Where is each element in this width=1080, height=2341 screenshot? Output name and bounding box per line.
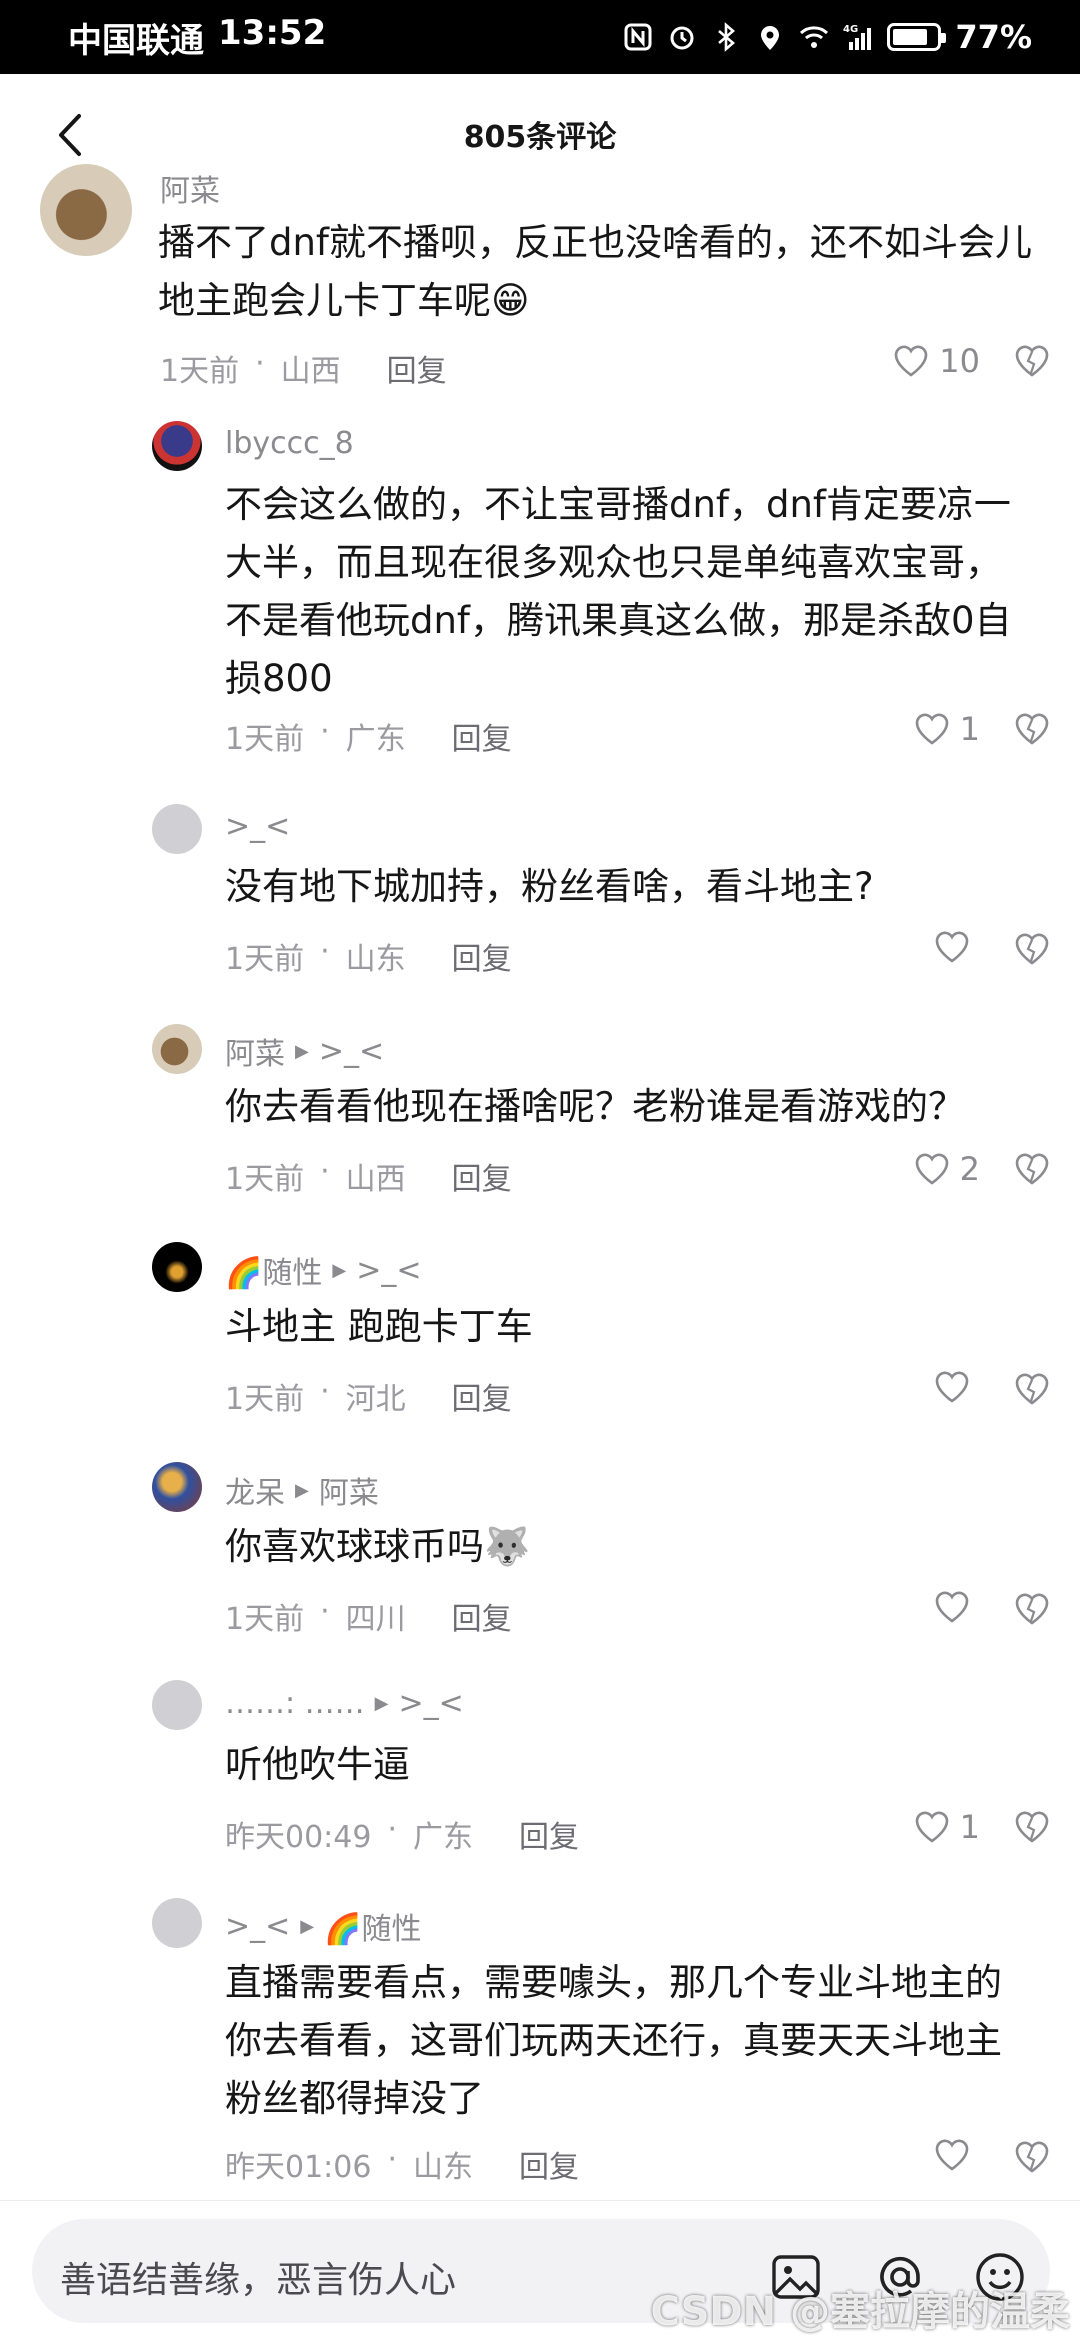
comment-meta: 昨天01:06 · 山东 回复	[225, 2142, 580, 2186]
reply-arrow-icon: ▶	[300, 1915, 315, 1937]
battery-percent: 77%	[955, 18, 1032, 56]
heart-icon	[894, 345, 928, 377]
heart-icon	[915, 1153, 948, 1185]
comment-text: 播不了dnf就不播呗，反正也没啥看的，还不如斗会儿地主跑会儿卡丁车呢😁	[158, 221, 1032, 322]
comment-input-bar: 善语结善缘，恶言伤人心 CSDN @塞拉摩的温柔	[0, 2200, 1080, 2341]
clock: 13:52	[218, 12, 327, 53]
comment-text: 你喜欢球球币吗🐺	[225, 1525, 531, 1568]
comment-meta: 1天前 · 广东 回复	[225, 714, 512, 758]
bluetooth-icon	[718, 22, 736, 52]
reply-button[interactable]: 回复	[519, 2142, 579, 2186]
comment-meta: 1天前 · 山西 回复	[225, 1154, 512, 1198]
comment-text: 你去看看他现在播啥呢？老粉谁是看游戏的？	[225, 1085, 965, 1128]
comment-username[interactable]: ……: …… ▶ >_<	[225, 1686, 464, 1721]
heart-icon	[935, 1591, 969, 1623]
signal-icon: 4G	[843, 24, 872, 50]
like-button[interactable]	[934, 1370, 980, 1404]
like-button[interactable]: 1	[914, 710, 980, 748]
page-title: 805条评论	[463, 120, 617, 155]
avatar[interactable]	[152, 1680, 202, 1730]
comment-meta: 昨天00:49 · 广东 回复	[225, 1812, 580, 1856]
broken-heart-icon[interactable]	[1014, 932, 1050, 966]
comment-meta: 1天前 · 山西 回复	[160, 346, 447, 390]
broken-heart-icon[interactable]	[1014, 1592, 1050, 1626]
like-button[interactable]: 10	[893, 342, 980, 380]
wifi-icon	[800, 26, 829, 48]
reply-arrow-icon: ▶	[295, 1040, 309, 1062]
reply-button[interactable]: 回复	[452, 1154, 512, 1198]
battery-icon	[887, 23, 947, 51]
comment-meta: 1天前 · 四川 回复	[225, 1594, 512, 1638]
like-button[interactable]: 1	[914, 1808, 980, 1846]
broken-heart-icon[interactable]	[1014, 1810, 1050, 1844]
broken-heart-icon[interactable]	[1014, 1372, 1050, 1406]
comment-text: 听他吹牛逼	[225, 1743, 410, 1786]
svg-text:4G: 4G	[843, 24, 858, 35]
reply-arrow-icon: ▶	[295, 1479, 309, 1501]
broken-heart-icon[interactable]	[1014, 1152, 1050, 1186]
like-button[interactable]	[934, 1590, 980, 1624]
comment-text: 斗地主 跑跑卡丁车	[225, 1305, 533, 1348]
location-icon	[761, 26, 780, 50]
reply-button[interactable]: 回复	[452, 714, 512, 758]
comment-username[interactable]: >_<	[225, 809, 290, 844]
like-button[interactable]: 2	[914, 1150, 980, 1188]
comment-meta: 1天前 · 山东 回复	[225, 934, 512, 978]
nfc-icon	[624, 23, 652, 51]
alarm-icon	[670, 26, 694, 50]
watermark: CSDN @塞拉摩的温柔	[650, 2289, 1070, 2335]
comment-text: 没有地下城加持，粉丝看啥，看斗地主?	[225, 865, 874, 908]
broken-heart-icon[interactable]	[1014, 712, 1050, 746]
comment-username[interactable]: 龙呆 ▶ 阿菜	[225, 1468, 379, 1512]
broken-heart-icon[interactable]	[1014, 2140, 1050, 2174]
avatar[interactable]	[152, 1462, 202, 1512]
reply-button[interactable]: 回复	[452, 1374, 512, 1418]
avatar[interactable]	[152, 804, 202, 854]
reply-arrow-icon: ▶	[374, 1693, 389, 1714]
status-bar: 中国联通 13:52 4G 77%	[0, 0, 1080, 74]
avatar[interactable]	[152, 1024, 202, 1074]
comment-username[interactable]: 🌈随性 ▶ >_<	[225, 1248, 421, 1292]
like-button[interactable]	[934, 930, 980, 964]
heart-icon	[915, 713, 948, 745]
heart-icon	[935, 2139, 969, 2171]
comment-input-placeholder: 善语结善缘，恶言伤人心	[60, 2260, 457, 2301]
heart-icon	[935, 1371, 969, 1403]
avatar[interactable]	[152, 421, 202, 471]
heart-icon	[935, 931, 969, 963]
like-button[interactable]	[934, 2138, 980, 2172]
reply-button[interactable]: 回复	[387, 346, 447, 390]
reply-button[interactable]: 回复	[452, 934, 512, 978]
comment-meta: 1天前 · 河北 回复	[225, 1374, 512, 1418]
comment-username[interactable]: lbyccc_8	[225, 426, 354, 461]
reply-button[interactable]: 回复	[452, 1594, 512, 1638]
comment-username[interactable]: 阿菜	[160, 166, 220, 210]
avatar[interactable]	[40, 164, 132, 256]
comment-text: 直播需要看点，需要噱头，那几个专业斗地主的你去看看，这哥们玩两天还行，真要天天斗…	[225, 1961, 1002, 2120]
comment-username[interactable]: >_< ▶ 🌈随性	[225, 1904, 421, 1948]
avatar[interactable]	[152, 1898, 202, 1948]
reply-button[interactable]: 回复	[519, 1812, 579, 1856]
reply-arrow-icon: ▶	[332, 1259, 347, 1281]
comment-username[interactable]: 阿菜 ▶ >_<	[225, 1029, 384, 1073]
avatar[interactable]	[152, 1242, 202, 1292]
comment-text: 不会这么做的，不让宝哥播dnf，dnf肯定要凉一大半，而且现在很多观众也只是单纯…	[225, 483, 1012, 700]
broken-heart-icon[interactable]	[1014, 344, 1050, 378]
heart-icon	[915, 1811, 948, 1843]
carrier: 中国联通	[68, 20, 204, 61]
